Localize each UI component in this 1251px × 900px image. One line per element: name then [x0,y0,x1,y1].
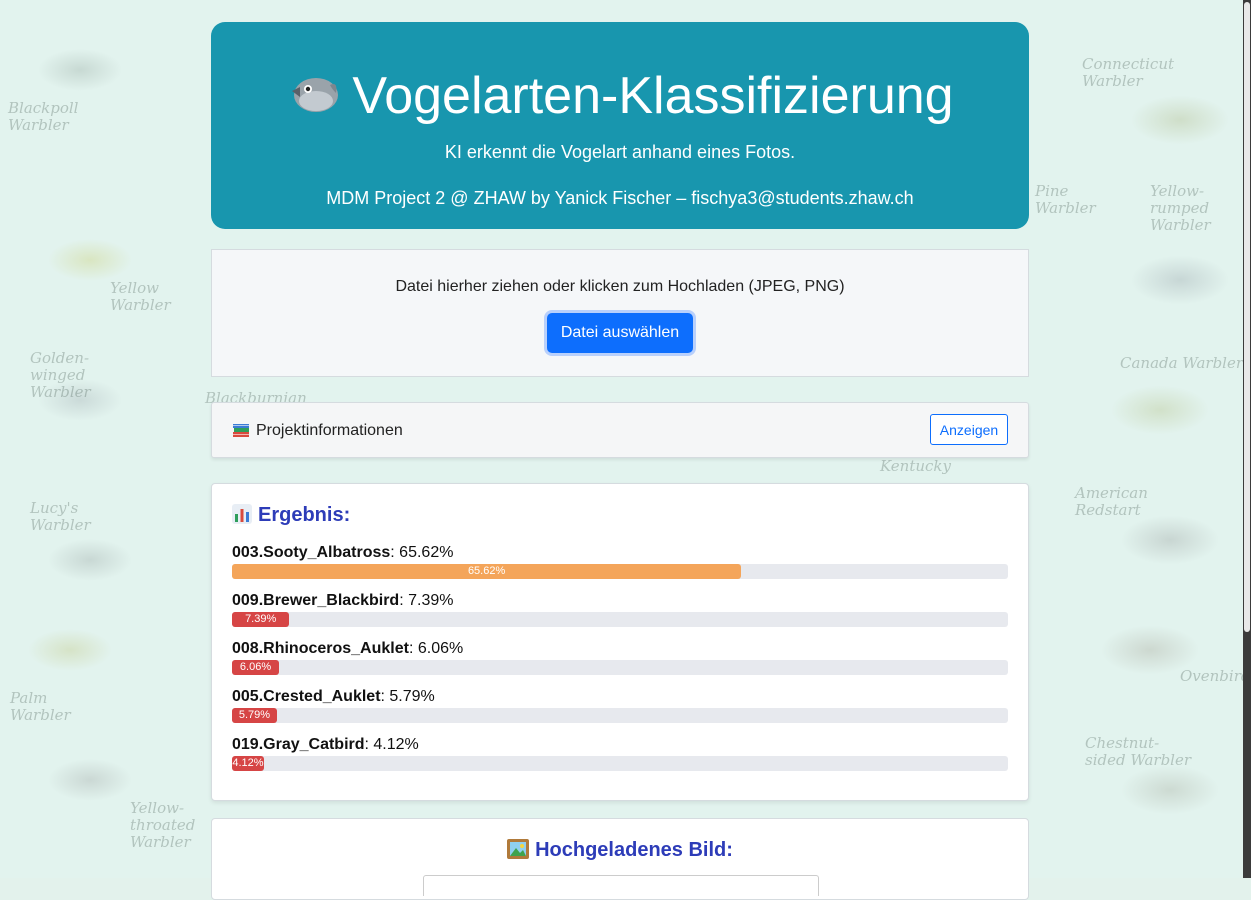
project-info-title: Projektinformationen [232,422,403,443]
prediction-row: 008.Rhinoceros_Auklet: 6.06% 6.06% [232,640,1008,684]
upload-dropzone[interactable]: Datei hierher ziehen oder klicken zum Ho… [211,249,1029,377]
bg-label: American Redstart [1075,484,1148,519]
author-credit: MDM Project 2 @ ZHAW by Yanick Fischer –… [326,188,914,208]
prediction-class: 003.Sooty_Albatross [232,544,391,561]
bg-label: Blackpoll Warbler [8,99,79,134]
bg-label: Chestnut-sided Warbler [1085,734,1192,769]
show-info-button[interactable]: Anzeigen [930,414,1008,445]
prediction-value: 7.39% [408,592,454,609]
results-heading: Ergebnis: [258,504,351,526]
results-title: Ergebnis: [232,504,350,530]
progress-track: 65.62% [232,564,1008,579]
scrollbar-thumb[interactable] [1244,2,1250,632]
bg-label: Palm Warbler [10,689,71,724]
progress-label: 7.39% [245,613,277,625]
header-banner: Vogelarten-Klassifizierung KI erkennt di… [211,22,1029,229]
prediction-value: 5.79% [389,688,435,705]
progress-track: 4.12% [232,756,1008,771]
progress-track: 6.06% [232,660,1008,675]
progress-label: 65.62% [467,565,506,577]
prediction-class: 005.Crested_Auklet [232,688,381,705]
framed-picture-icon [507,839,530,865]
prediction-row: 003.Sooty_Albatross: 65.62% 65.62% [232,544,1008,588]
prediction-row: 019.Gray_Catbird: 4.12% 4.12% [232,736,1008,780]
bg-label: Yellow-rumped Warbler [1150,182,1211,234]
bg-label: Ovenbird [1180,667,1251,685]
upload-prompt: Datei hierher ziehen oder klicken zum Ho… [395,278,845,295]
page-scrollbar[interactable] [1243,0,1251,878]
page-title-row: Vogelarten-Klassifizierung [211,66,1029,126]
project-info-label: Projektinformationen [256,422,403,439]
results-card: Ergebnis: 003.Sooty_Albatross: 65.62% 65… [211,483,1029,801]
prediction-label: 003.Sooty_Albatross: 65.62% [232,544,454,561]
choose-file-button[interactable]: Datei auswählen [547,313,693,353]
bg-label: Canada Warbler [1120,354,1244,372]
bg-label: Kentucky [880,457,951,475]
prediction-label: 009.Brewer_Blackbird: 7.39% [232,592,454,609]
prediction-value: 65.62% [399,544,454,561]
page-subtitle: KI erkennt die Vogelart anhand eines Fot… [444,142,796,162]
project-info-panel: Projektinformationen Anzeigen [211,402,1029,458]
bar-chart-icon [232,504,252,530]
books-icon [232,422,250,443]
bg-label: Pine Warbler [1035,182,1096,217]
progress-label: 6.06% [239,661,272,673]
uploaded-image [423,875,819,896]
bg-label: Connecticut Warbler [1082,55,1175,90]
bg-label: Golden-winged Warbler [30,349,91,401]
prediction-label: 005.Crested_Auklet: 5.79% [232,688,435,705]
bg-label: Yellow-throated Warbler [130,799,196,851]
progress-track: 7.39% [232,612,1008,627]
prediction-class: 009.Brewer_Blackbird [232,592,400,609]
uploaded-image-heading: Hochgeladenes Bild: [535,839,733,861]
progress-label: 4.12% [232,757,264,769]
uploaded-image-title: Hochgeladenes Bild: [212,839,1028,865]
page-title: Vogelarten-Klassifizierung [352,67,954,125]
progress-label: 5.79% [238,709,271,721]
bird-icon [286,68,340,112]
prediction-label: 008.Rhinoceros_Auklet: 6.06% [232,640,464,657]
prediction-label: 019.Gray_Catbird: 4.12% [232,736,419,753]
prediction-value: 4.12% [373,736,419,753]
bg-label: Yellow Warbler [110,279,171,314]
progress-track: 5.79% [232,708,1008,723]
prediction-class: 008.Rhinoceros_Auklet [232,640,409,657]
bg-label: Lucy's Warbler [30,499,91,534]
prediction-row: 005.Crested_Auklet: 5.79% 5.79% [232,688,1008,732]
prediction-row: 009.Brewer_Blackbird: 7.39% 7.39% [232,592,1008,636]
uploaded-image-card: Hochgeladenes Bild: [211,818,1029,900]
prediction-value: 6.06% [417,640,464,657]
prediction-class: 019.Gray_Catbird [232,736,365,753]
